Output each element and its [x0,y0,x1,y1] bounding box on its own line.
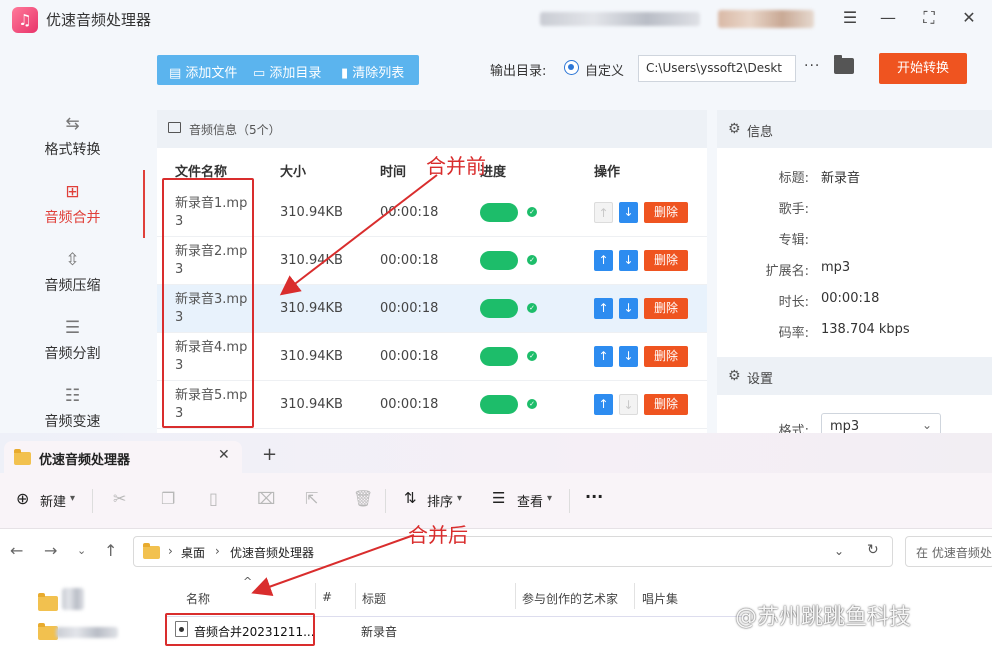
annotation-arrows [251,174,438,597]
after-merge-arrow [251,534,415,597]
watermark-text: @苏州跳跳鱼科技 [735,605,912,630]
before-merge-arrow [279,174,438,296]
